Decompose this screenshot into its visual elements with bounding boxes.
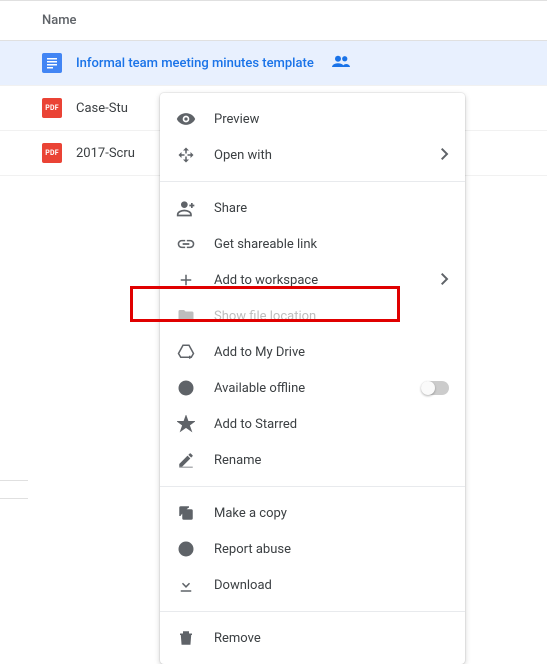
download-icon <box>176 575 196 595</box>
divider <box>0 480 28 481</box>
menu-add-workspace[interactable]: Add to workspace <box>160 262 465 298</box>
menu-add-to-drive[interactable]: Add to My Drive <box>160 334 465 370</box>
folder-icon <box>176 306 196 326</box>
file-row-selected[interactable]: Informal team meeting minutes template <box>0 41 547 86</box>
menu-download[interactable]: Download <box>160 567 465 603</box>
star-icon <box>176 414 196 434</box>
column-header-name[interactable]: Name <box>0 0 547 41</box>
menu-label: Open with <box>214 148 423 163</box>
menu-available-offline[interactable]: Available offline <box>160 370 465 406</box>
menu-add-starred[interactable]: Add to Starred <box>160 406 465 442</box>
file-name-label: Informal team meeting minutes template <box>76 56 314 71</box>
menu-label: Add to My Drive <box>214 345 449 360</box>
menu-label: Share <box>214 201 449 216</box>
offline-toggle[interactable] <box>421 381 449 395</box>
drive-add-icon <box>176 342 196 362</box>
menu-label: Get shareable link <box>214 237 449 252</box>
menu-label: Show file location <box>214 309 449 324</box>
google-docs-icon <box>42 53 62 73</box>
menu-rename[interactable]: Rename <box>160 442 465 478</box>
menu-open-with[interactable]: Open with <box>160 137 465 173</box>
divider <box>0 498 28 499</box>
menu-divider <box>160 486 465 487</box>
menu-label: Preview <box>214 112 449 127</box>
trash-icon <box>176 628 196 648</box>
link-icon <box>176 234 196 254</box>
open-with-icon <box>176 145 196 165</box>
menu-label: Rename <box>214 453 449 468</box>
menu-divider <box>160 181 465 182</box>
shared-icon <box>332 55 350 71</box>
person-add-icon <box>176 198 196 218</box>
menu-get-link[interactable]: Get shareable link <box>160 226 465 262</box>
menu-show-file-location: Show file location <box>160 298 465 334</box>
chevron-right-icon <box>441 148 449 163</box>
eye-icon <box>176 109 196 129</box>
menu-label: Add to workspace <box>214 273 423 288</box>
menu-label: Report abuse <box>214 542 449 557</box>
chevron-right-icon <box>441 273 449 288</box>
plus-icon <box>176 270 196 290</box>
menu-remove[interactable]: Remove <box>160 620 465 656</box>
menu-label: Remove <box>214 631 449 646</box>
menu-label: Available offline <box>214 381 403 396</box>
menu-share[interactable]: Share <box>160 190 465 226</box>
menu-preview[interactable]: Preview <box>160 101 465 137</box>
menu-make-copy[interactable]: Make a copy <box>160 495 465 531</box>
file-name-label: Case-Stu <box>76 101 128 116</box>
pdf-icon: PDF <box>42 143 62 163</box>
file-name-label: 2017-Scru <box>76 146 135 161</box>
menu-label: Add to Starred <box>214 417 449 432</box>
alert-icon <box>176 539 196 559</box>
menu-label: Download <box>214 578 449 593</box>
context-menu: Preview Open with Share Get shareable li… <box>160 93 465 664</box>
pencil-icon <box>176 450 196 470</box>
copy-icon <box>176 503 196 523</box>
pdf-icon: PDF <box>42 98 62 118</box>
menu-divider <box>160 611 465 612</box>
offline-icon <box>176 378 196 398</box>
menu-report-abuse[interactable]: Report abuse <box>160 531 465 567</box>
menu-label: Make a copy <box>214 506 449 521</box>
